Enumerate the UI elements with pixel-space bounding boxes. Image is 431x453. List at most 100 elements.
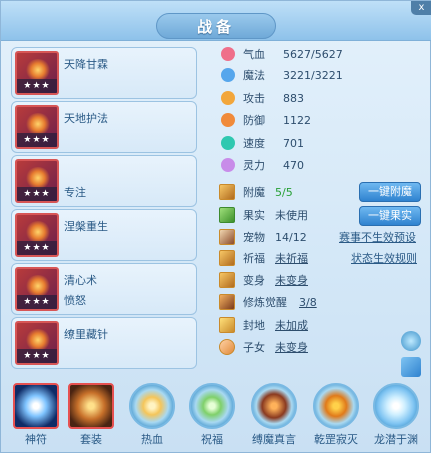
star-rating: ★★★ — [17, 79, 57, 93]
attack-icon — [221, 91, 235, 105]
slot-label: 缚魔真言 — [252, 433, 296, 446]
one-click-enchant-button[interactable]: 一键附魔 — [359, 182, 421, 202]
skill-icon — [251, 383, 297, 429]
detail-label: 祈福 — [243, 252, 265, 265]
bottom-slot-skill[interactable]: 热血 — [129, 383, 175, 446]
blessing-icon — [219, 250, 235, 266]
stat-label: 速度 — [243, 137, 265, 150]
stat-attack: 攻击 883 — [221, 89, 304, 107]
list-item[interactable]: ★★★ 天地护法 — [11, 101, 197, 153]
skill-icon: ★★★ — [15, 159, 59, 203]
stat-value: 701 — [283, 136, 304, 150]
children-icon — [219, 339, 235, 355]
stat-value: 3221/3221 — [283, 68, 343, 82]
detail-fief: 封地 未加成 — [219, 316, 308, 334]
shield-icon — [221, 113, 235, 127]
transform-icon — [219, 272, 235, 288]
list-item[interactable]: ★★★ 缭里藏针 — [11, 317, 197, 369]
detail-blessing: 祈福 未祈福 — [219, 249, 308, 267]
slot-label: 乾罡寂灭 — [314, 433, 358, 446]
stat-spirit: 灵力 470 — [221, 156, 304, 174]
detail-label: 宠物 — [243, 231, 265, 244]
detail-value: 14/12 — [275, 230, 307, 244]
detail-pet: 宠物 14/12 — [219, 228, 307, 246]
skill-icon — [129, 383, 175, 429]
detail-label: 附魔 — [243, 186, 265, 199]
stat-hp: 气血 5627/5627 — [221, 45, 343, 63]
share-icon[interactable] — [401, 357, 421, 377]
detail-value[interactable]: 未加成 — [275, 317, 308, 333]
battle-prep-panel: 战备 x ★★★ 天降甘霖 ★★★ 天地护法 ★★★ 专注 ★★★ 涅槃重生 ★… — [0, 0, 431, 453]
stat-speed: 速度 701 — [221, 134, 304, 152]
bottom-slot-skill[interactable]: 祝福 — [189, 383, 235, 446]
stat-mp: 魔法 3221/3221 — [221, 66, 343, 84]
skill-icon: ★★★ — [15, 321, 59, 365]
detail-value[interactable]: 未祈福 — [275, 250, 308, 266]
slot-label: 龙潜于渊 — [374, 433, 418, 446]
stat-label: 攻击 — [243, 92, 265, 105]
skill-icon: ★★★ — [15, 267, 59, 311]
stat-value: 470 — [283, 158, 304, 172]
fruit-icon — [219, 207, 235, 223]
detail-label: 子女 — [243, 341, 265, 354]
stat-value: 5627/5627 — [283, 47, 343, 61]
bottom-slot-skill[interactable]: 龙潜于渊 — [373, 383, 419, 446]
star-rating: ★★★ — [17, 349, 57, 363]
star-rating: ★★★ — [17, 295, 57, 309]
mana-icon — [221, 68, 235, 82]
speed-icon — [221, 136, 235, 150]
slot-label: 热血 — [141, 433, 163, 446]
stat-label: 魔法 — [243, 69, 265, 82]
skill-icon: ★★★ — [15, 213, 59, 257]
bottom-slot-armor-set[interactable]: 套装 — [68, 383, 114, 446]
list-item[interactable]: ★★★ 清心术 愤怒 — [11, 263, 197, 315]
detail-children: 子女 未变身 — [219, 338, 308, 356]
detail-value[interactable]: 3/8 — [299, 296, 317, 309]
detail-fruit: 果实 未使用 — [219, 206, 308, 224]
skill-icon — [313, 383, 359, 429]
star-rating: ★★★ — [17, 187, 57, 201]
stat-label: 灵力 — [243, 159, 265, 172]
one-click-fruit-button[interactable]: 一键果实 — [359, 206, 421, 226]
enchant-icon — [219, 184, 235, 200]
skill-icon — [373, 383, 419, 429]
detail-awakening: 修炼觉醒 3/8 — [219, 293, 317, 311]
detail-label: 变身 — [243, 274, 265, 287]
item-name: 天地护法 — [64, 112, 108, 125]
list-item[interactable]: ★★★ 天降甘霖 — [11, 47, 197, 99]
bottom-slot-talisman[interactable]: 神符 — [13, 383, 59, 446]
skill-icon: ★★★ — [15, 51, 59, 95]
detail-value[interactable]: 未变身 — [275, 339, 308, 355]
star-rating: ★★★ — [17, 133, 57, 147]
star-rating: ★★★ — [17, 241, 57, 255]
detail-enchant: 附魔 5/5 — [219, 183, 293, 201]
slot-label: 祝福 — [201, 433, 223, 446]
panel-title: 战备 — [156, 13, 276, 39]
list-item[interactable]: ★★★ 专注 — [11, 155, 197, 207]
item-name: 涅槃重生 — [64, 220, 108, 233]
awakening-icon — [219, 294, 235, 310]
item-subname: 愤怒 — [64, 294, 86, 307]
list-item[interactable]: ★★★ 涅槃重生 — [11, 209, 197, 261]
item-subname: 专注 — [64, 186, 86, 199]
match-preset-link[interactable]: 赛事不生效预设 — [339, 229, 416, 245]
stat-value: 1122 — [283, 113, 311, 127]
detail-value: 未使用 — [275, 209, 308, 222]
bottom-slot-skill[interactable]: 乾罡寂灭 — [313, 383, 359, 446]
detail-label: 果实 — [243, 209, 265, 222]
skill-icon — [189, 383, 235, 429]
close-button[interactable]: x — [411, 1, 431, 15]
bottom-slot-skill[interactable]: 缚魔真言 — [251, 383, 297, 446]
refresh-icon[interactable] — [401, 331, 421, 351]
fief-icon — [219, 317, 235, 333]
detail-label: 修炼觉醒 — [243, 296, 287, 309]
detail-value[interactable]: 未变身 — [275, 272, 308, 288]
stat-value: 883 — [283, 91, 304, 105]
pet-icon — [219, 229, 235, 245]
stat-label: 气血 — [243, 48, 265, 61]
detail-transform: 变身 未变身 — [219, 271, 308, 289]
item-name: 清心术 — [64, 274, 97, 287]
status-rule-link[interactable]: 状态生效规则 — [351, 250, 417, 266]
stat-defense: 防御 1122 — [221, 111, 311, 129]
spirit-icon — [221, 158, 235, 172]
